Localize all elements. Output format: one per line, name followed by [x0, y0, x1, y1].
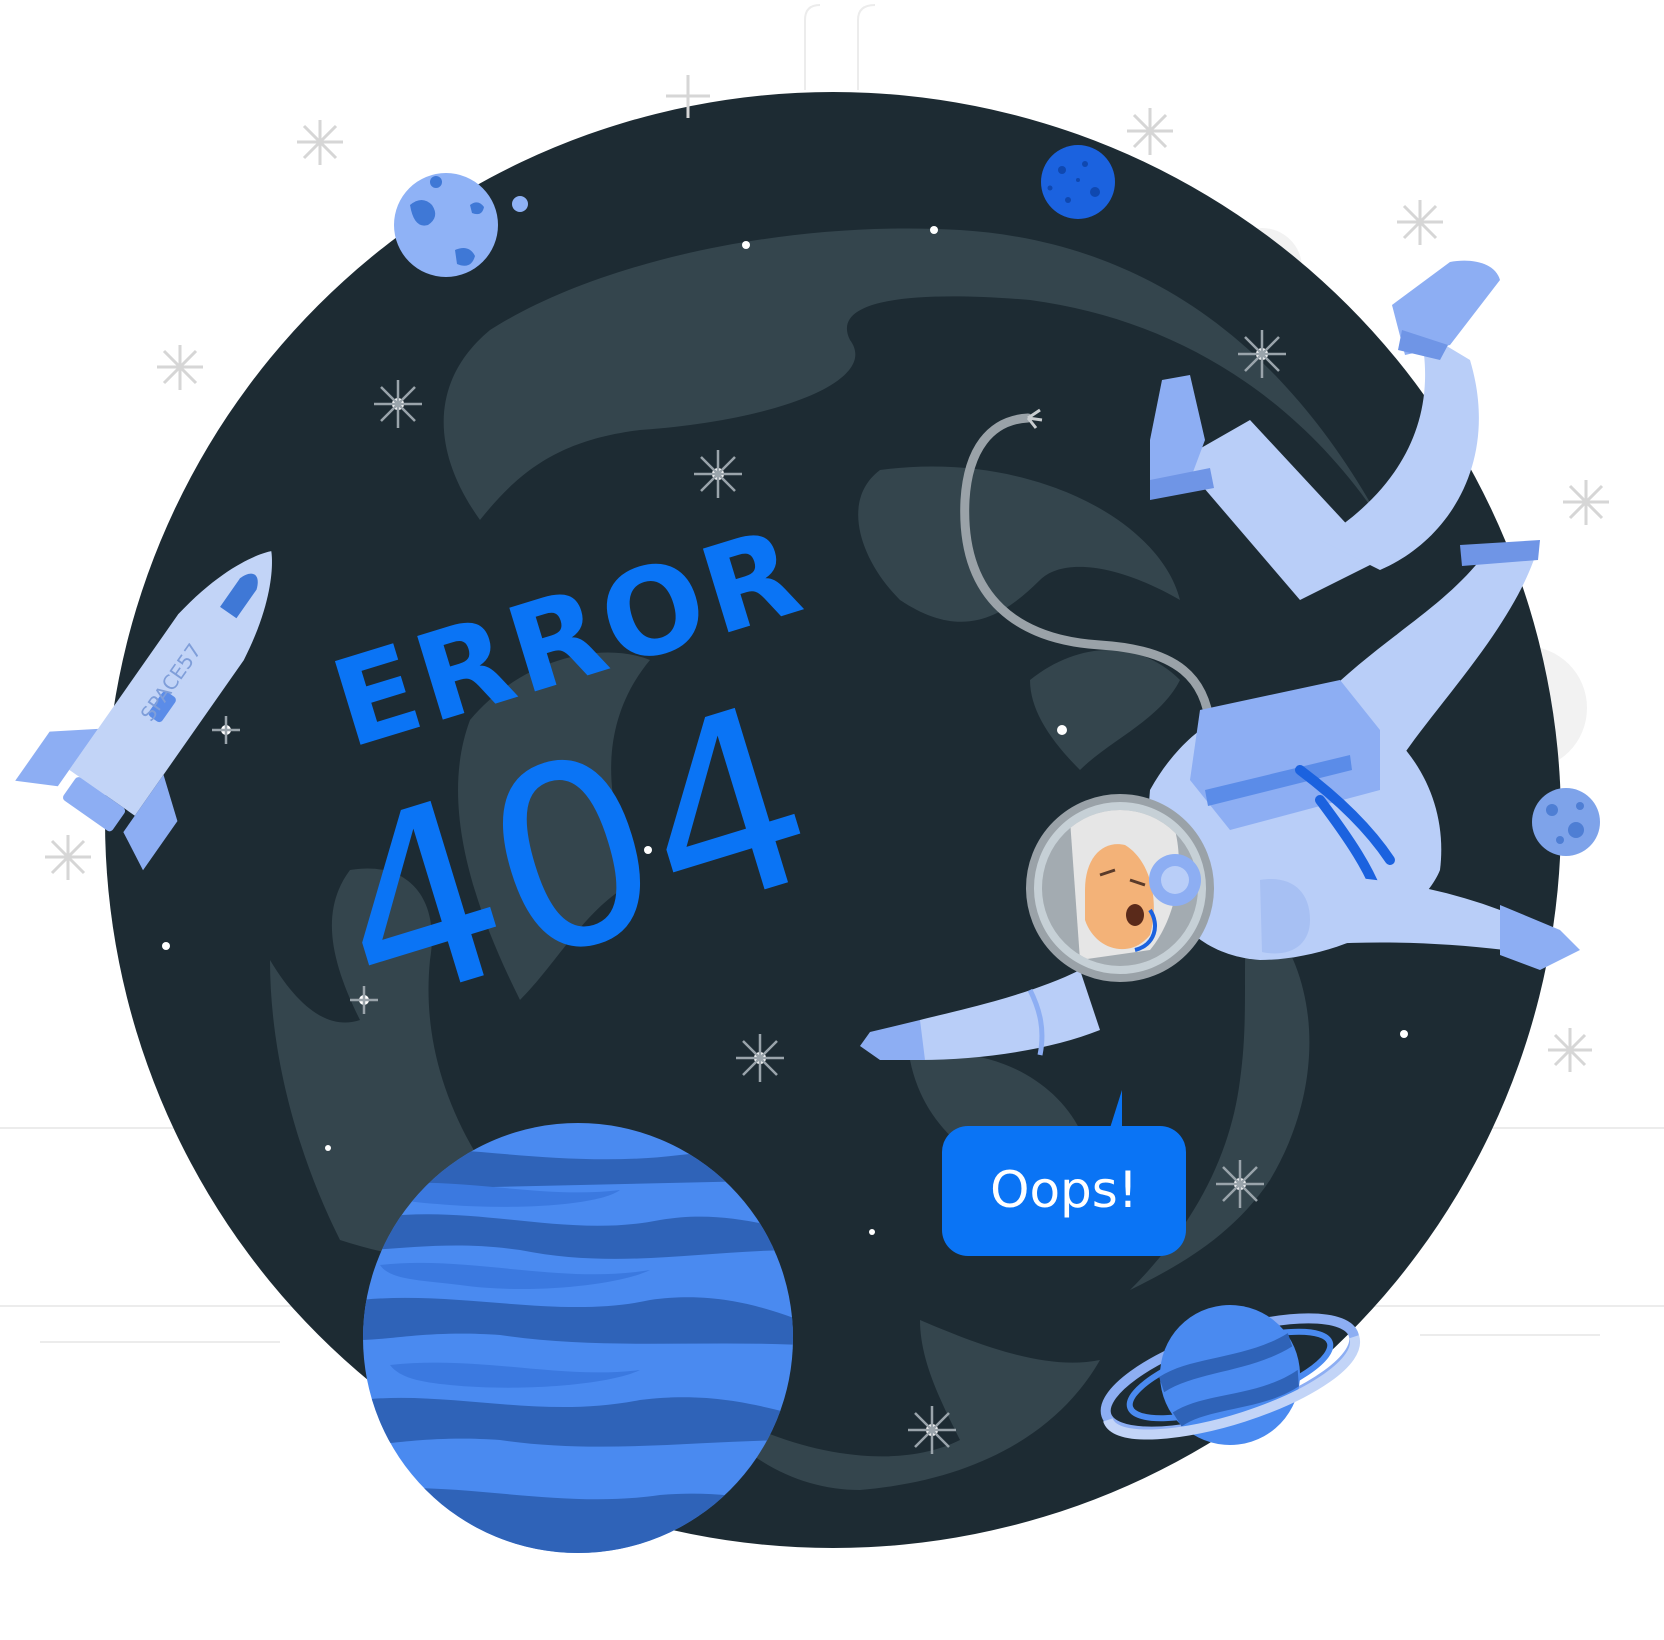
- moon-icon: [1532, 788, 1600, 856]
- error-404-illustration: SPACE57 ERROR 404 Oops!: [0, 4, 1664, 1553]
- speech-bubble-text: Oops!: [990, 1161, 1138, 1219]
- moon-icon: [1041, 145, 1115, 219]
